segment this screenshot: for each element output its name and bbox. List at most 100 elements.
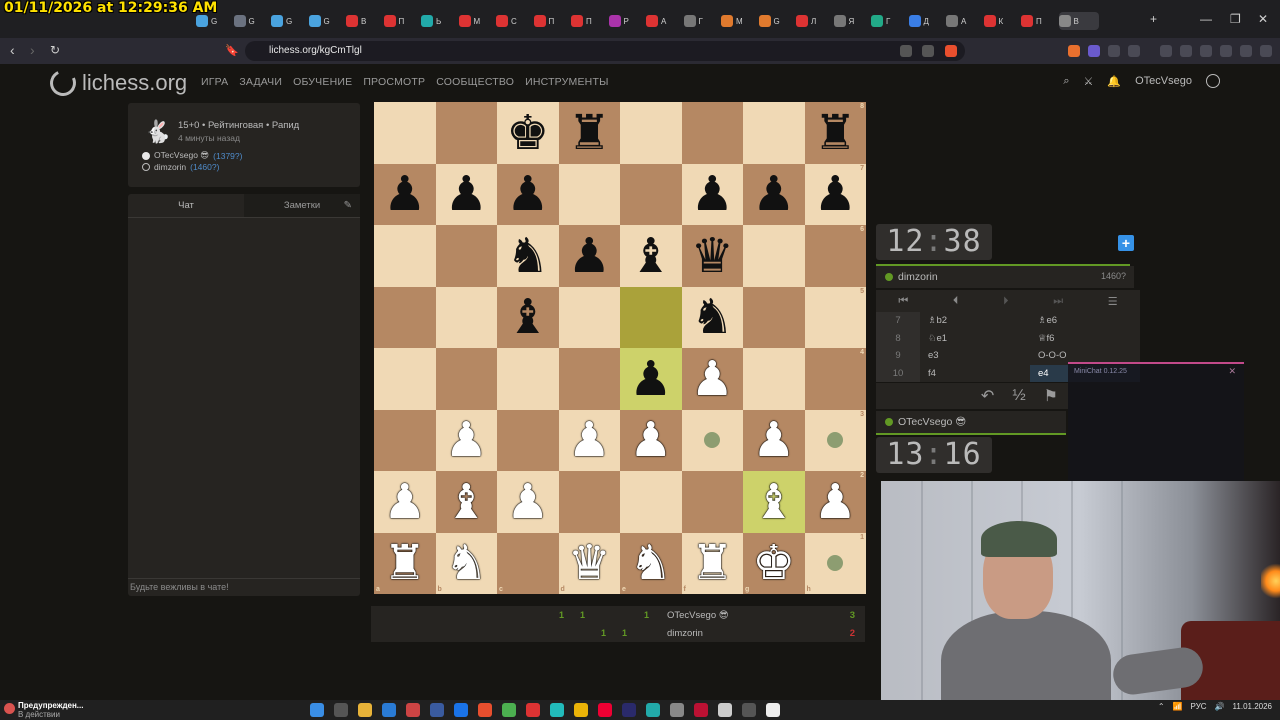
url-field[interactable]: lichess.org/kgCmTlgl — [245, 41, 965, 61]
white-pawn-icon[interactable]: ♟ — [691, 355, 734, 403]
minimize-icon[interactable]: — — [1200, 12, 1212, 26]
vpn-icon[interactable] — [1240, 45, 1252, 57]
nav-watch[interactable]: ПРОСМОТР — [363, 76, 425, 88]
square-g2[interactable]: ♝ — [743, 471, 805, 533]
black-pawn-icon[interactable]: ♟ — [752, 170, 795, 218]
browser-tab[interactable]: G — [758, 12, 787, 30]
square-h8[interactable]: ♜ 8 — [804, 102, 866, 164]
next-move-icon[interactable]: ⏵ — [1003, 295, 1009, 308]
app-icon[interactable] — [526, 703, 540, 717]
square-e8[interactable] — [620, 102, 682, 164]
prev-move-icon[interactable]: ⏴ — [953, 295, 959, 308]
edge-icon[interactable] — [382, 703, 396, 717]
white-queen-icon[interactable]: ♛ — [568, 539, 611, 587]
add-time-icon[interactable]: + — [1118, 235, 1134, 251]
square-h6[interactable]: 6 — [804, 225, 866, 287]
square-a4[interactable] — [374, 348, 436, 410]
square-f6[interactable]: ♛ — [681, 225, 743, 287]
move-white[interactable]: f4 — [920, 365, 1030, 383]
menu-icon[interactable]: ☰ — [1108, 295, 1118, 308]
square-e5[interactable] — [620, 286, 682, 348]
swords-icon[interactable]: ⚔ — [1084, 75, 1094, 88]
app-icon[interactable] — [694, 703, 708, 717]
back-icon[interactable]: ‹ — [10, 42, 15, 58]
square-h1[interactable]: 1h — [804, 532, 866, 594]
square-c8[interactable]: ♚ — [497, 102, 559, 164]
browser-tab[interactable]: В — [1058, 12, 1099, 30]
browser-tab[interactable]: Г — [871, 12, 899, 30]
tab-chat[interactable]: Чат — [128, 194, 244, 218]
square-e6[interactable]: ♝ — [620, 225, 682, 287]
reload-icon[interactable]: ↻ — [50, 43, 60, 57]
app-icon[interactable] — [670, 703, 684, 717]
square-d1[interactable]: ♛ d — [558, 532, 620, 594]
nav-puzzles[interactable]: ЗАДАЧИ — [239, 76, 282, 88]
minichat-overlay[interactable]: MiniChat 0.12.25 ✕ — [1068, 362, 1244, 482]
square-a2[interactable]: ♟ — [374, 471, 436, 533]
square-e1[interactable]: ♞ e — [620, 532, 682, 594]
square-c2[interactable]: ♟ — [497, 471, 559, 533]
browser-tab[interactable]: П — [1021, 12, 1049, 30]
black-pawn-icon[interactable]: ♟ — [814, 170, 857, 218]
black-player-line[interactable]: dimzorin (1460?) — [142, 162, 219, 172]
chess-board[interactable]: ♚ ♜ ♜ 8 ♟ ♟ ♟ ♟ ♟ ♟ 7 ♞ ♟ ♝ ♛ 6 ♝ ♞ 5 ♟ ♟ 4 ♟ ♟ ♟ ♟ 3 ♟ ♝ ♟ ♝ ♟ 2 ♜ a ♞ b c ♛ d… — [374, 102, 866, 594]
square-b4[interactable] — [435, 348, 497, 410]
white-pawn-icon[interactable]: ♟ — [445, 416, 488, 464]
square-h4[interactable]: 4 — [804, 348, 866, 410]
search-icon[interactable]: ⌕ — [1063, 75, 1069, 88]
browser-tab[interactable]: В — [346, 12, 374, 30]
nav-play[interactable]: ИГРА — [201, 76, 228, 88]
white-pawn-icon[interactable]: ♟ — [506, 478, 549, 526]
square-f8[interactable] — [681, 102, 743, 164]
square-d6[interactable]: ♟ — [558, 225, 620, 287]
square-c4[interactable] — [497, 348, 559, 410]
extension-icon[interactable] — [1128, 45, 1140, 57]
opera-icon[interactable] — [598, 703, 612, 717]
square-d5[interactable] — [558, 286, 620, 348]
square-h2[interactable]: ♟ 2 — [804, 471, 866, 533]
browser-tab[interactable]: Ь — [421, 12, 449, 30]
brave-icon[interactable] — [478, 703, 492, 717]
square-b7[interactable]: ♟ — [435, 163, 497, 225]
chat-toggle-icon[interactable]: ✎ — [344, 200, 352, 211]
nav-tools[interactable]: ИНСТРУМЕНТЫ — [525, 76, 608, 88]
white-pawn-icon[interactable]: ♟ — [814, 478, 857, 526]
square-c5[interactable]: ♝ — [497, 286, 559, 348]
player-name[interactable]: OTecVsego 😎 — [898, 416, 966, 428]
square-b8[interactable] — [435, 102, 497, 164]
square-a5[interactable] — [374, 286, 436, 348]
square-b5[interactable] — [435, 286, 497, 348]
browser-tab[interactable]: П — [571, 12, 599, 30]
browser-tab[interactable]: М — [458, 12, 487, 30]
wifi-icon[interactable]: 📶 — [1173, 702, 1183, 711]
move-white[interactable]: ♗b2 — [920, 312, 1030, 330]
square-g3[interactable]: ♟ — [743, 409, 805, 471]
browser-tab[interactable]: Р — [608, 12, 637, 30]
square-f4[interactable]: ♟ — [681, 348, 743, 410]
square-c6[interactable]: ♞ — [497, 225, 559, 287]
square-c1[interactable]: c — [497, 532, 559, 594]
chat-input[interactable]: Будьте вежливы в чате! — [128, 578, 360, 596]
browser-tab[interactable]: К — [983, 12, 1012, 30]
move-destination-dot[interactable] — [827, 432, 844, 449]
move-black[interactable]: ♗e6 — [1030, 312, 1140, 330]
language-indicator[interactable]: РУС — [1191, 702, 1207, 711]
task-view-icon[interactable] — [334, 703, 348, 717]
black-pawn-icon[interactable]: ♟ — [506, 170, 549, 218]
white-pawn-icon[interactable]: ♟ — [568, 416, 611, 464]
square-a1[interactable]: ♜ a — [374, 532, 436, 594]
white-rook-icon[interactable]: ♜ — [691, 539, 734, 587]
black-pawn-icon[interactable]: ♟ — [383, 170, 426, 218]
black-pawn-icon[interactable]: ♟ — [568, 232, 611, 280]
browser-tab[interactable]: G — [233, 12, 262, 30]
square-f3[interactable] — [681, 409, 743, 471]
white-bishop-icon[interactable]: ♝ — [752, 478, 795, 526]
crosstable-black-name[interactable]: dimzorin — [667, 628, 703, 639]
square-a7[interactable]: ♟ — [374, 163, 436, 225]
black-rook-icon[interactable]: ♜ — [568, 109, 611, 157]
last-move-icon[interactable]: ⏭ — [1053, 295, 1063, 308]
square-h5[interactable]: 5 — [804, 286, 866, 348]
square-d8[interactable]: ♜ — [558, 102, 620, 164]
white-pawn-icon[interactable]: ♟ — [383, 478, 426, 526]
square-e3[interactable]: ♟ — [620, 409, 682, 471]
